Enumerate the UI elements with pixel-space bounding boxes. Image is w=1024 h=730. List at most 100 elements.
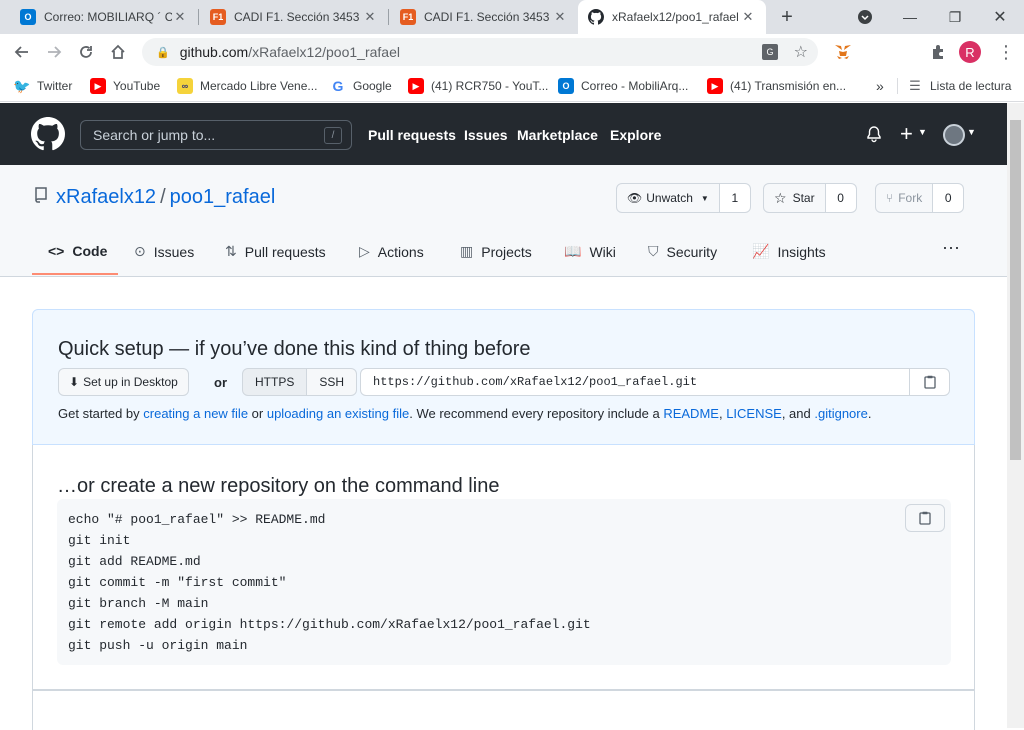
tab-search-icon[interactable] (842, 0, 888, 34)
tab-actions[interactable]: ▷ Actions (359, 243, 424, 260)
active-tab-indicator (32, 273, 118, 275)
tab-pull-requests[interactable]: ⇅ Pull requests (225, 243, 326, 260)
tab-code[interactable]: <> Code (48, 243, 107, 259)
youtube-icon: ▶ (707, 78, 723, 94)
bookmark-label: Google (353, 79, 392, 93)
close-tab-icon[interactable]: ✕ (362, 9, 378, 25)
copy-commands-clipboard-icon[interactable] (905, 504, 945, 532)
bookmarks-bar: 🐦 Twitter ▶ YouTube ∞ Mercado Libre Vene… (0, 70, 1024, 102)
quick-setup-help: Get started by creating a new file or up… (58, 406, 871, 421)
gitignore-link[interactable]: .gitignore (814, 406, 867, 421)
help-text: . (867, 406, 872, 421)
tab-security[interactable]: ⛉ Security (648, 243, 717, 260)
github-search-input[interactable]: Search or jump to... / (80, 120, 352, 150)
bookmark-twitter[interactable]: 🐦 Twitter (13, 76, 72, 96)
lock-icon[interactable]: 🔒 (156, 46, 170, 59)
bookmark-correo[interactable]: O Correo - MobiliArq... (558, 76, 688, 96)
more-bookmarks-icon[interactable]: » (876, 76, 884, 96)
repo-name-link[interactable]: poo1_rafael (170, 186, 276, 209)
browser-tab-correo[interactable]: O Correo: MOBILIARQ ´ C.A ✕ (10, 0, 198, 34)
unwatch-label: Unwatch (646, 191, 693, 205)
bookmark-divider (897, 78, 898, 94)
bookmark-label: Correo - MobiliArq... (581, 79, 689, 93)
tab-label: Actions (377, 243, 424, 260)
star-button-group: ☆ Star 0 (763, 183, 857, 213)
bookmark-mercadolibre[interactable]: ∞ Mercado Libre Vene... (177, 76, 317, 96)
help-text: , and (781, 406, 815, 421)
nav-explore[interactable]: Explore (610, 127, 661, 143)
back-icon[interactable] (8, 38, 36, 66)
nav-pull-requests[interactable]: Pull requests (368, 127, 456, 143)
tab-title: Correo: MOBILIARQ ´ C.A (44, 10, 172, 24)
close-window-icon[interactable]: ✕ (977, 0, 1023, 34)
fork-button[interactable]: ⑂ Fork (875, 183, 934, 213)
readme-link[interactable]: README (663, 406, 719, 421)
address-bar[interactable]: 🔒 github.com/xRafaelx12/poo1_rafael G ☆ (142, 38, 818, 66)
profile-avatar[interactable]: R (959, 41, 981, 63)
scrollbar-thumb[interactable] (1010, 120, 1021, 460)
user-avatar[interactable] (943, 124, 965, 146)
bookmark-star-icon[interactable]: ☆ (794, 42, 808, 62)
ssh-button[interactable]: SSH (307, 368, 358, 396)
license-link[interactable]: LICENSE (726, 406, 782, 421)
metamask-icon[interactable] (829, 38, 857, 66)
create-new-plus-icon[interactable]: + (900, 121, 913, 147)
translate-icon[interactable]: G (762, 44, 778, 60)
tab-title: xRafaelx12/poo1_rafael (612, 10, 739, 24)
bookmark-youtube[interactable]: ▶ YouTube (90, 76, 160, 96)
close-tab-icon[interactable]: ✕ (552, 9, 568, 25)
home-icon[interactable] (104, 38, 132, 66)
new-tab-plus-icon[interactable]: + (770, 0, 804, 34)
command-line-section: …or create a new repository on the comma… (32, 445, 975, 690)
setup-in-desktop-button[interactable]: ⬇ Set up in Desktop (58, 368, 189, 396)
chrome-menu-icon[interactable]: ⋮ (992, 38, 1020, 66)
github-logo-icon[interactable] (31, 117, 65, 151)
browser-tab-github[interactable]: xRafaelx12/poo1_rafael ✕ (578, 0, 766, 34)
star-count[interactable]: 0 (825, 183, 857, 213)
clone-url-input[interactable]: https://github.com/xRafaelx12/poo1_rafae… (360, 368, 950, 396)
star-button[interactable]: ☆ Star (763, 183, 826, 213)
twitter-icon: 🐦 (13, 77, 31, 94)
reading-list[interactable]: ☰ Lista de lectura (907, 76, 1011, 96)
https-button[interactable]: HTTPS (242, 368, 308, 396)
repo-owner-link[interactable]: xRafaelx12 (56, 186, 156, 209)
github-header: Search or jump to... / Pull requests Iss… (0, 103, 1007, 165)
bookmark-google[interactable]: G Google (330, 76, 392, 96)
tab-label: Security (666, 243, 718, 260)
unwatch-button[interactable]: 👁 Unwatch ▼ (616, 183, 720, 213)
nav-marketplace[interactable]: Marketplace (517, 127, 598, 143)
browser-toolbar: 🔒 github.com/xRafaelx12/poo1_rafael G ☆ … (0, 34, 1024, 70)
bookmark-transmision[interactable]: ▶ (41) Transmisión en... (707, 76, 846, 96)
tab-wiki[interactable]: 📖 Wiki (564, 243, 616, 260)
forward-icon[interactable] (40, 38, 68, 66)
push-existing-section (32, 690, 975, 730)
tab-insights[interactable]: 📈 Insights (752, 243, 826, 260)
shield-icon: ⛉ (648, 243, 659, 259)
chevron-down-icon[interactable]: ▼ (918, 127, 927, 137)
browser-tab-cadi-1[interactable]: F1 CADI F1. Sección 3453 ✕ (200, 0, 388, 34)
play-circle-icon: ▷ (359, 243, 370, 259)
extensions-puzzle-icon[interactable] (924, 38, 952, 66)
fork-count[interactable]: 0 (933, 183, 965, 213)
close-tab-icon[interactable]: ✕ (740, 9, 756, 25)
close-tab-icon[interactable]: ✕ (172, 9, 188, 25)
notifications-bell-icon[interactable] (866, 126, 882, 146)
reload-icon[interactable] (72, 38, 100, 66)
minimize-icon[interactable]: — (887, 0, 933, 34)
tab-issues[interactable]: ⊙ Issues (134, 243, 194, 260)
restore-icon[interactable]: ❐ (932, 0, 978, 34)
create-new-file-link[interactable]: creating a new file (143, 406, 248, 421)
nav-issues[interactable]: Issues (464, 127, 508, 143)
copy-url-clipboard-icon[interactable] (909, 368, 949, 396)
browser-tab-cadi-2[interactable]: F1 CADI F1. Sección 3453 ✕ (390, 0, 578, 34)
tab-label: Pull requests (244, 243, 326, 260)
more-tabs-icon[interactable]: ··· (942, 237, 960, 258)
fork-icon: ⑂ (886, 191, 894, 205)
watch-count[interactable]: 1 (719, 183, 751, 213)
search-shortcut-key: / (324, 127, 342, 144)
bookmark-rcr750[interactable]: ▶ (41) RCR750 - YouT... (408, 76, 548, 96)
upload-existing-file-link[interactable]: uploading an existing file (267, 406, 409, 421)
chevron-down-icon[interactable]: ▼ (967, 127, 976, 137)
star-label: Star (792, 191, 815, 205)
tab-projects[interactable]: ▥ Projects (460, 243, 532, 260)
